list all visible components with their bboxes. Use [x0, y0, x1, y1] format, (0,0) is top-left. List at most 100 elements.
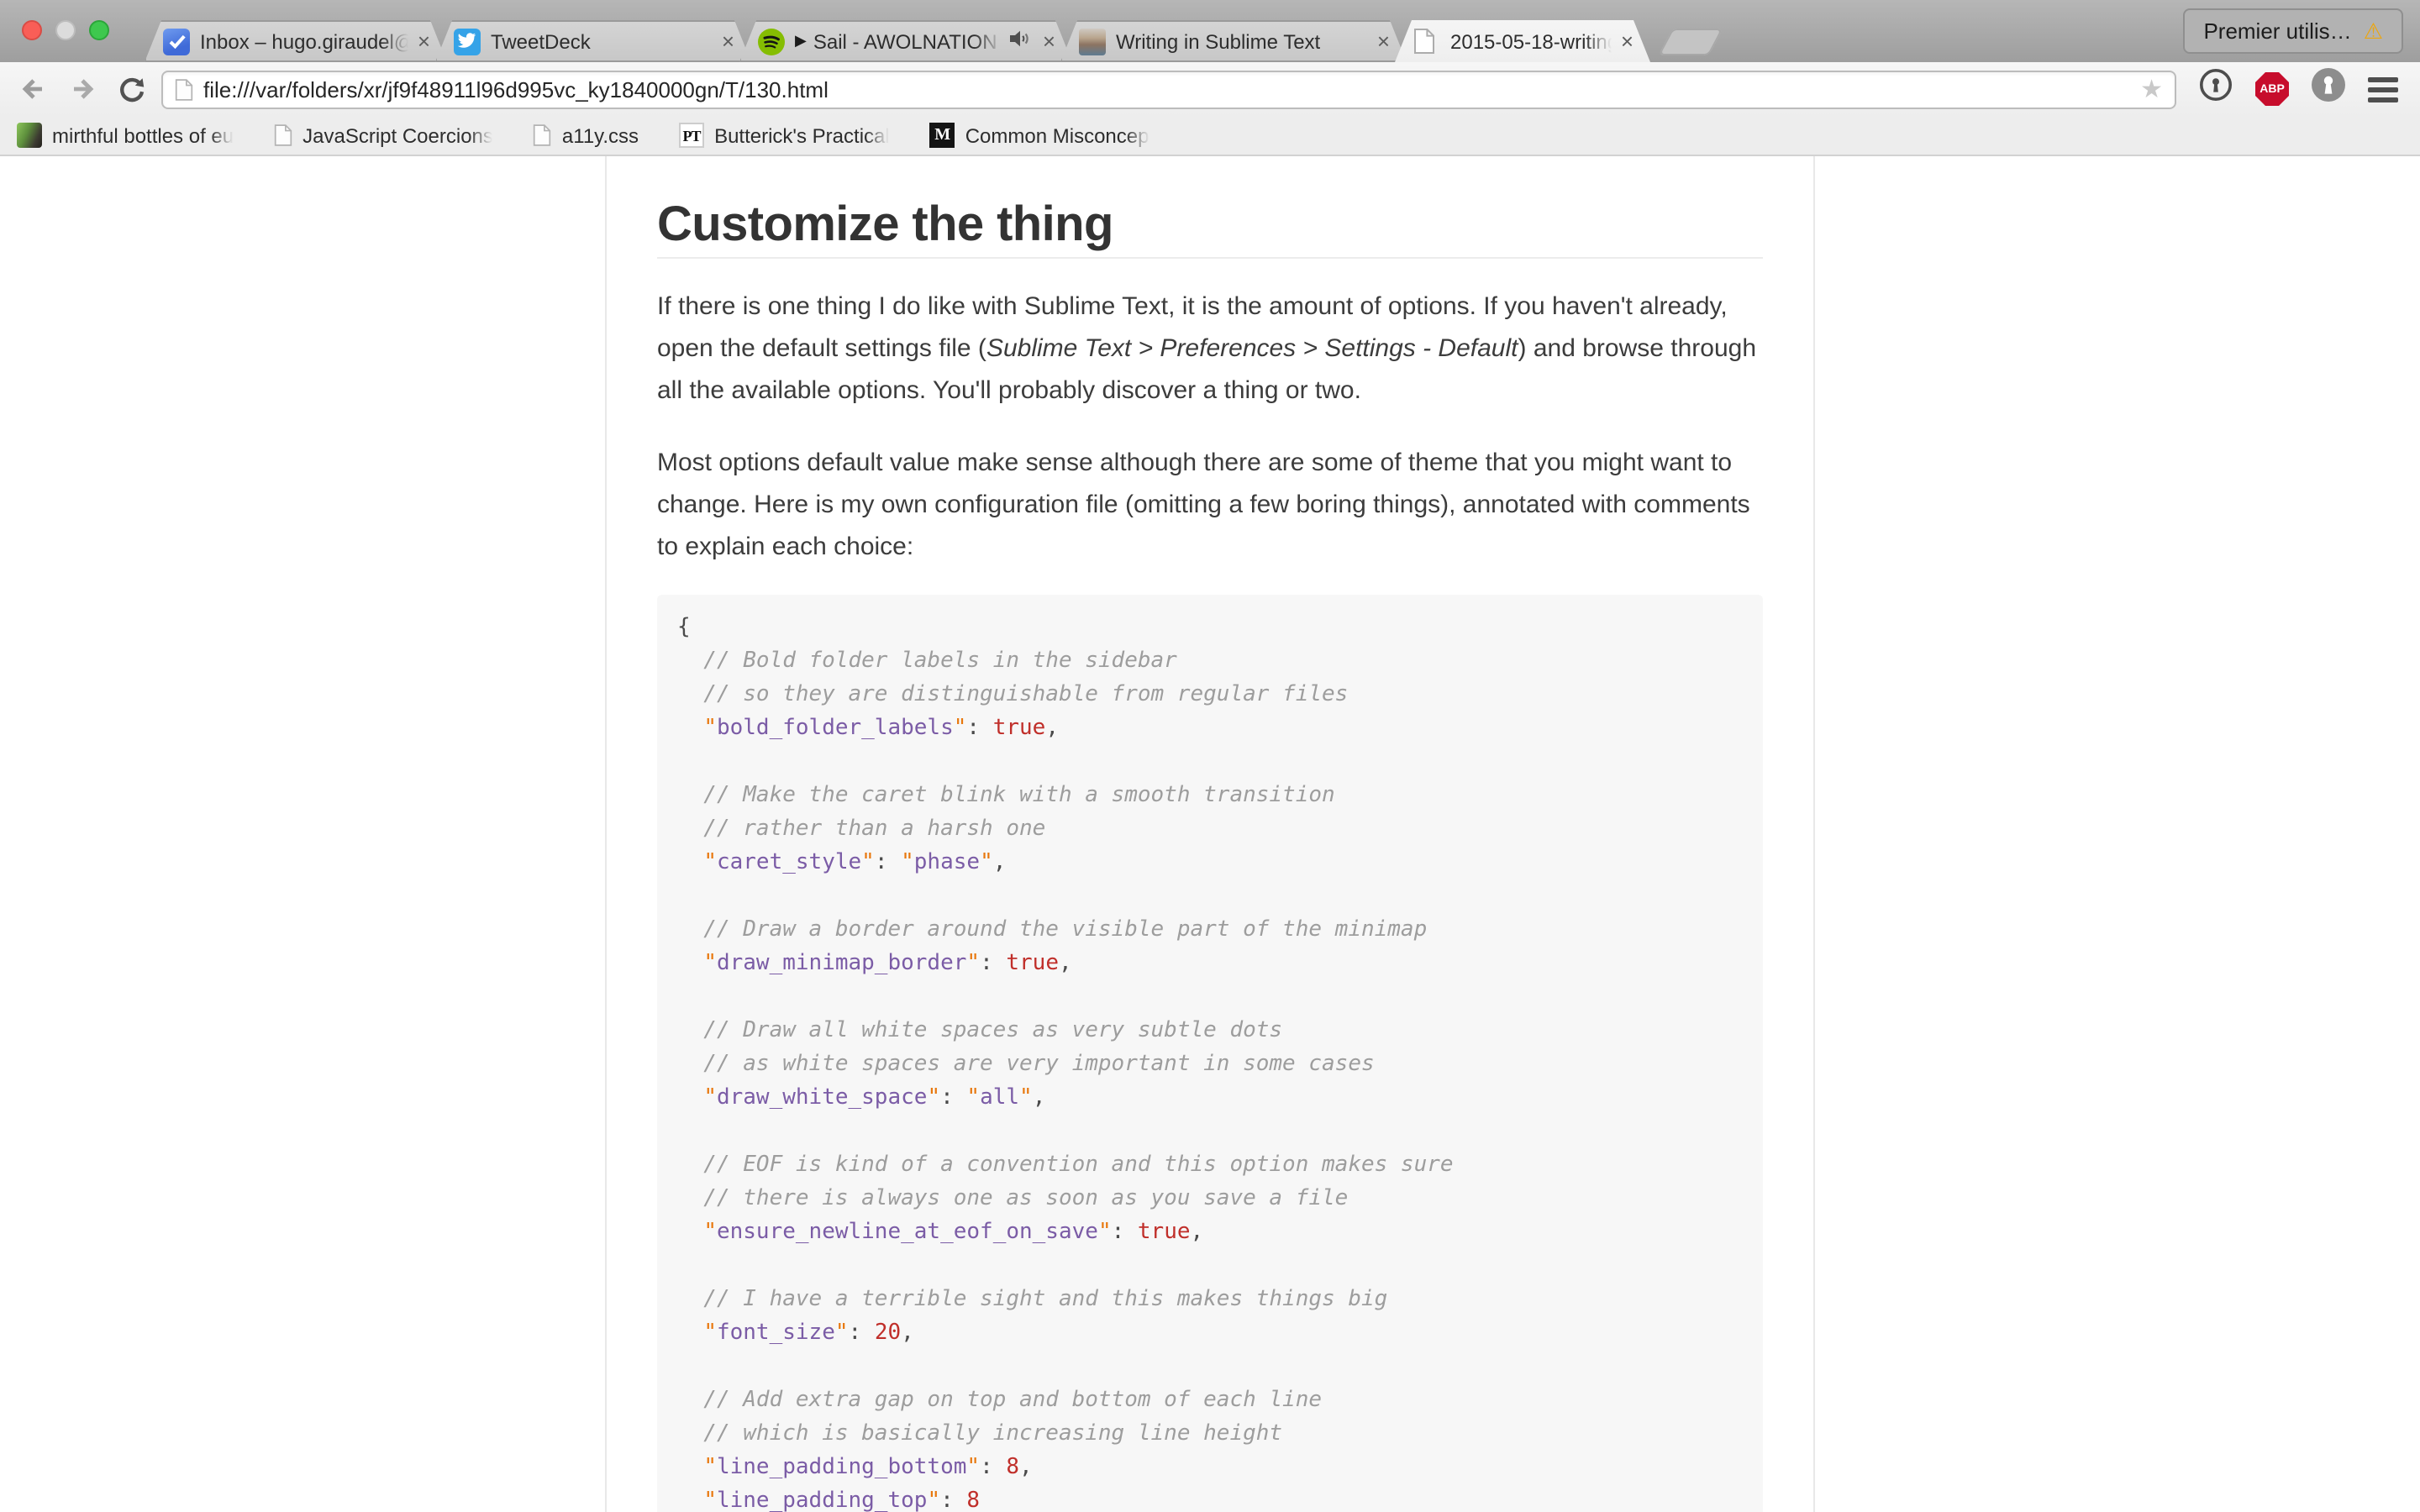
code-token: // Add extra gap on top and bottom of ea…: [677, 1388, 1322, 1413]
bookmark-star-icon[interactable]: ★: [2140, 76, 2163, 102]
playing-indicator-icon: ▶: [795, 32, 807, 50]
code-token: true: [993, 716, 1046, 741]
tab-tweetdeck[interactable]: TweetDeck ×: [435, 20, 751, 62]
code-line: "draw_minimap_border": true,: [677, 948, 1743, 981]
code-line: // which is basically increasing line he…: [677, 1418, 1743, 1452]
code-token: ": [861, 850, 875, 875]
tab-strip: Inbox – hugo.giraudel@gma × TweetDeck ×: [0, 0, 2420, 62]
adblock-plus-icon[interactable]: ABP: [2255, 72, 2289, 106]
code-token: ": [927, 1488, 940, 1512]
audio-speaker-icon[interactable]: [1009, 26, 1031, 56]
code-token: ": [1019, 1085, 1033, 1110]
new-tab-button[interactable]: [1658, 29, 1723, 55]
close-icon[interactable]: ×: [1377, 30, 1390, 52]
avatar-favicon: [17, 123, 42, 148]
code-token: {: [677, 615, 691, 640]
code-token: true: [1138, 1220, 1191, 1245]
code-line: // Make the caret blink with a smooth tr…: [677, 780, 1743, 813]
profile-button[interactable]: Premier utilis… ⚠: [2183, 8, 2403, 54]
code-token: :: [966, 716, 992, 741]
tab-spotify[interactable]: ▶ Sail - AWOLNATION ×: [739, 20, 1072, 62]
code-line: // rather than a harsh one: [677, 813, 1743, 847]
code-line: "caret_style": "phase",: [677, 847, 1743, 880]
minimize-window-button[interactable]: [55, 20, 76, 40]
code-token: :: [849, 1320, 875, 1346]
code-line: // Draw a border around the visible part…: [677, 914, 1743, 948]
address-bar[interactable]: file:///var/folders/xr/jf9f48911l96d995v…: [161, 70, 2176, 108]
code-token: [677, 951, 703, 976]
code-token: ": [703, 716, 717, 741]
code-token: // as white spaces are very important in…: [677, 1052, 1375, 1077]
code-line: [677, 746, 1743, 780]
tab-inbox[interactable]: Inbox – hugo.giraudel@gma ×: [145, 20, 447, 62]
page-icon: [175, 78, 193, 100]
menu-icon[interactable]: [2368, 76, 2398, 102]
bookmarks-bar: mirthful bottles of eu JavaScript Coerci…: [0, 116, 2420, 156]
code-token: ": [703, 951, 717, 976]
code-token: [677, 1488, 703, 1512]
bookmark-label: JavaScript Coercions: [302, 123, 493, 147]
code-line: "ensure_newline_at_eof_on_save": true,: [677, 1216, 1743, 1250]
code-token: ": [966, 1455, 980, 1480]
url-text[interactable]: file:///var/folders/xr/jf9f48911l96d995v…: [203, 76, 2130, 102]
code-line: "line_padding_top": 8: [677, 1485, 1743, 1512]
code-token: ": [966, 1085, 980, 1110]
code-token: // so they are distinguishable from regu…: [677, 682, 1348, 707]
code-line: // Add extra gap on top and bottom of ea…: [677, 1384, 1743, 1418]
code-token: draw_white_space: [717, 1085, 927, 1110]
code-token: ": [703, 1320, 717, 1346]
code-token: ": [703, 1220, 717, 1245]
code-token: draw_minimap_border: [717, 951, 966, 976]
paragraph-2: Most options default value make sense al…: [657, 442, 1763, 568]
close-icon[interactable]: ×: [1621, 30, 1634, 52]
code-token: ,: [1059, 951, 1072, 976]
tab-active-document[interactable]: 2015-05-18-writing-in-subl ×: [1395, 20, 1650, 62]
bookmark-js-coercions[interactable]: JavaScript Coercions: [274, 123, 493, 147]
close-icon[interactable]: ×: [1043, 30, 1055, 52]
tweetdeck-icon: [454, 28, 481, 55]
code-token: 20: [875, 1320, 901, 1346]
zoom-window-button[interactable]: [89, 20, 109, 40]
back-button[interactable]: [15, 71, 52, 108]
browser-window: Inbox – hugo.giraudel@gma × TweetDeck ×: [0, 0, 2420, 1512]
tab-writing-sublime[interactable]: Writing in Sublime Text ×: [1060, 20, 1407, 62]
article: Customize the thing If there is one thin…: [605, 156, 1815, 1512]
menu-path-emphasis: Sublime Text > Preferences > Settings - …: [986, 334, 1518, 363]
close-window-button[interactable]: [22, 20, 42, 40]
divider: [657, 257, 1763, 259]
bookmark-medium[interactable]: M Common Misconcep: [930, 123, 1150, 148]
onepassword-icon[interactable]: [2198, 67, 2233, 111]
document-icon: [274, 124, 292, 146]
tab-title: 2015-05-18-writing-in-subl: [1450, 29, 1612, 53]
code-token: bold_folder_labels: [717, 716, 954, 741]
code-token: [677, 1085, 703, 1110]
paragraph-1: If there is one thing I do like with Sub…: [657, 286, 1763, 412]
keyhole-profile-icon[interactable]: [2311, 67, 2346, 111]
code-line: // Bold folder labels in the sidebar: [677, 645, 1743, 679]
bookmark-mirthful[interactable]: mirthful bottles of eu: [17, 123, 234, 148]
reload-button[interactable]: [113, 71, 150, 108]
extensions: ABP: [2198, 67, 2398, 111]
code-line: // Draw all white spaces as very subtle …: [677, 1015, 1743, 1048]
tab-title: TweetDeck: [491, 29, 713, 53]
code-token: [677, 1320, 703, 1346]
bookmark-a11y-css[interactable]: a11y.css: [534, 123, 639, 147]
document-icon: [534, 124, 552, 146]
code-token: // Make the caret blink with a smooth tr…: [677, 783, 1335, 808]
code-token: true: [1006, 951, 1059, 976]
code-token: ": [1098, 1220, 1112, 1245]
forward-button[interactable]: [64, 71, 101, 108]
code-token: ,: [901, 1320, 914, 1346]
inbox-icon: [163, 28, 190, 55]
code-line: // so they are distinguishable from regu…: [677, 679, 1743, 712]
code-line: // as white spaces are very important in…: [677, 1048, 1743, 1082]
code-token: ": [980, 850, 993, 875]
avatar-favicon: [1079, 28, 1106, 55]
pt-badge-icon: PT: [679, 123, 704, 148]
code-block: { // Bold folder labels in the sidebar /…: [657, 595, 1763, 1512]
bookmark-butterick[interactable]: PT Butterick's Practical: [679, 123, 890, 148]
close-icon[interactable]: ×: [418, 30, 430, 52]
code-line: // I have a terrible sight and this make…: [677, 1284, 1743, 1317]
code-token: // which is basically increasing line he…: [677, 1421, 1282, 1446]
close-icon[interactable]: ×: [722, 30, 734, 52]
